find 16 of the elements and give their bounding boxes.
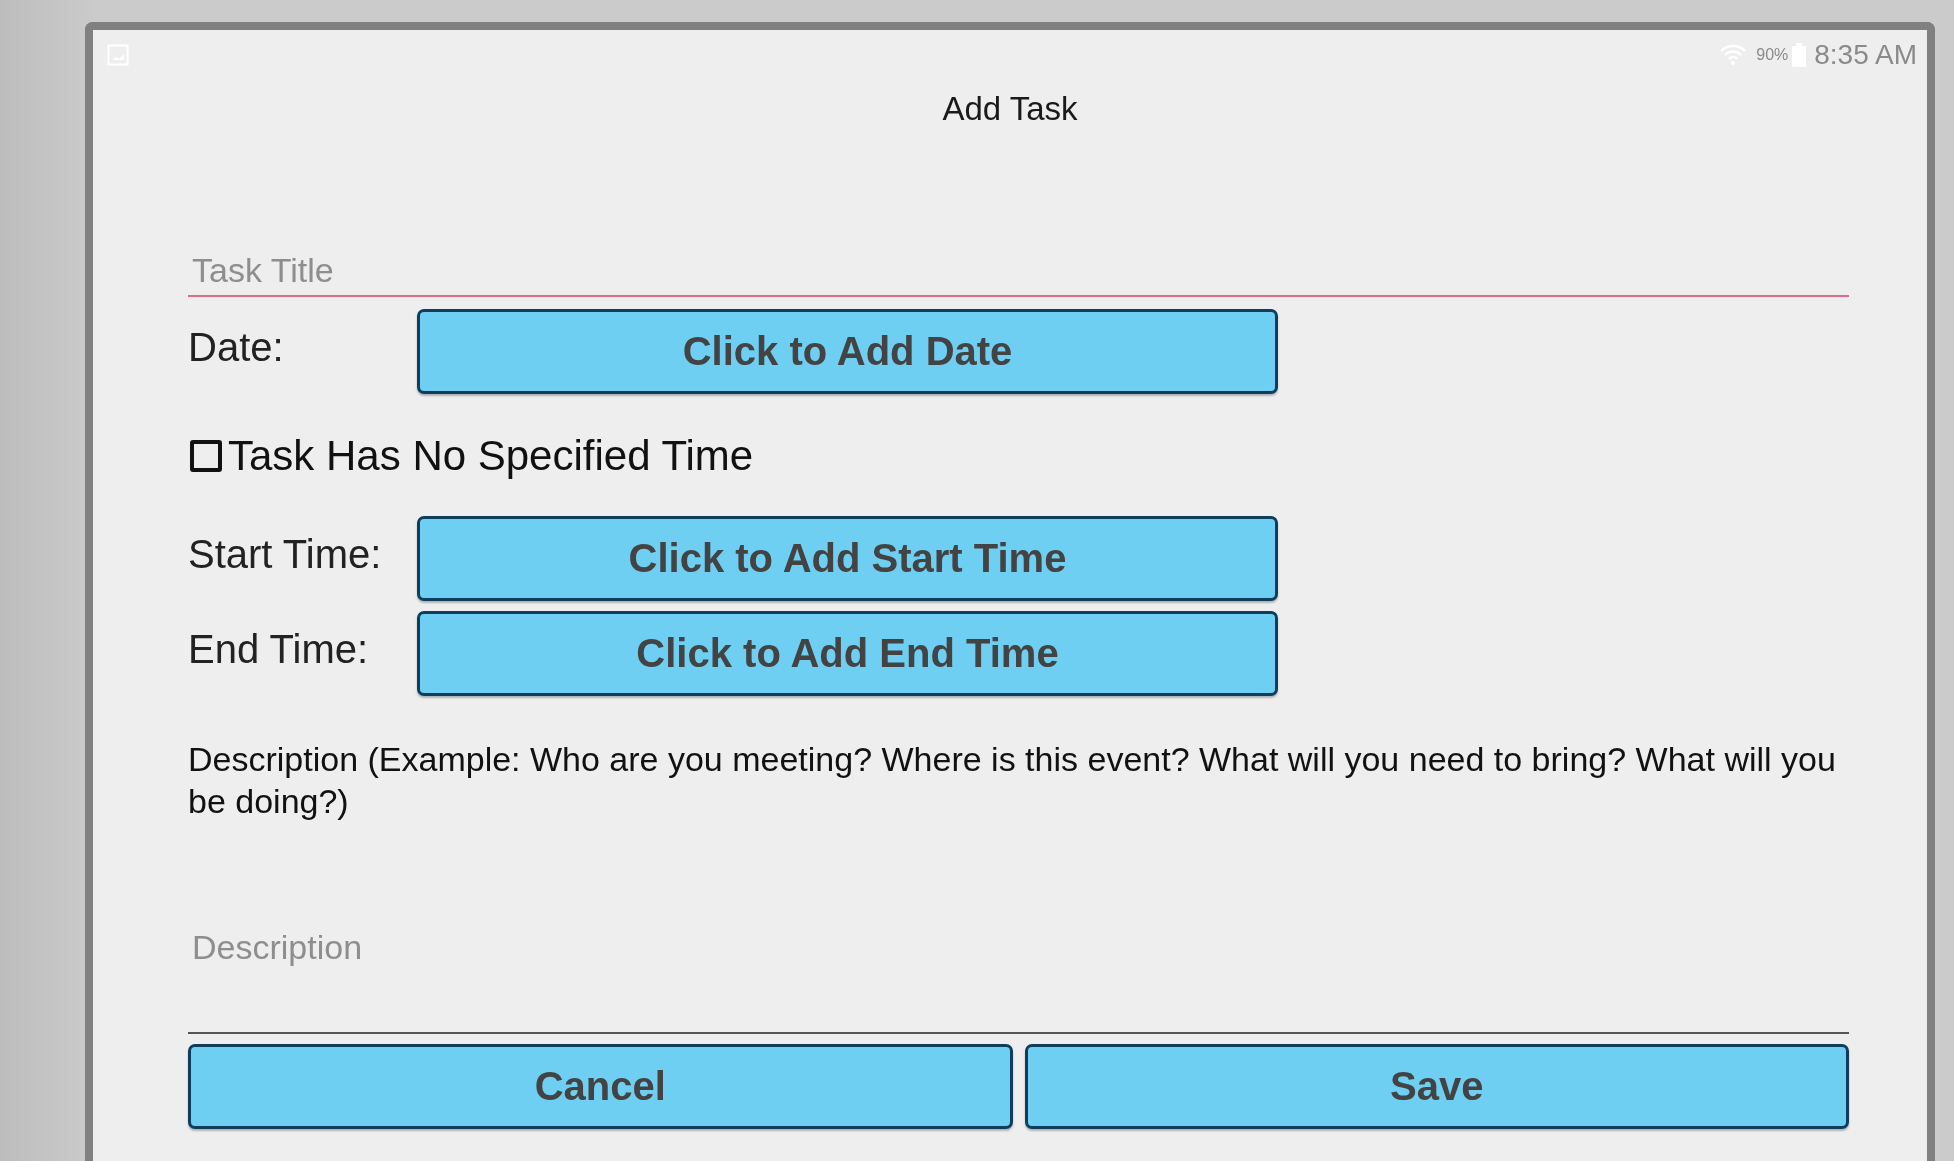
pick-button[interactable]: Click to Add Date (417, 309, 1278, 394)
description-field[interactable]: Description (188, 862, 1849, 1034)
screen-title: Add Task (942, 90, 1078, 128)
pick-button[interactable]: Click to Add Start Time (417, 516, 1278, 601)
clock-time: 8:35 AM (1814, 39, 1917, 71)
save-button[interactable]: Save (1024, 1044, 1849, 1129)
description-hint: Description (Example: Who are you meeting? Where is this event? What will you need to bring? What will you be doing?) (188, 739, 1837, 822)
task-title-field[interactable]: Task Title (188, 245, 1849, 297)
checkbox[interactable] (190, 440, 222, 472)
field-label: Date: (188, 325, 285, 370)
field-label: Start Time: (188, 532, 383, 577)
battery-percent: 90% (1756, 46, 1789, 64)
cancel-button[interactable]: Cancel (188, 1044, 1013, 1129)
checkbox-label: Task Has No Specified Time (228, 432, 754, 480)
field-label: End Time: (188, 627, 370, 672)
pick-button[interactable]: Click to Add End Time (417, 611, 1278, 696)
